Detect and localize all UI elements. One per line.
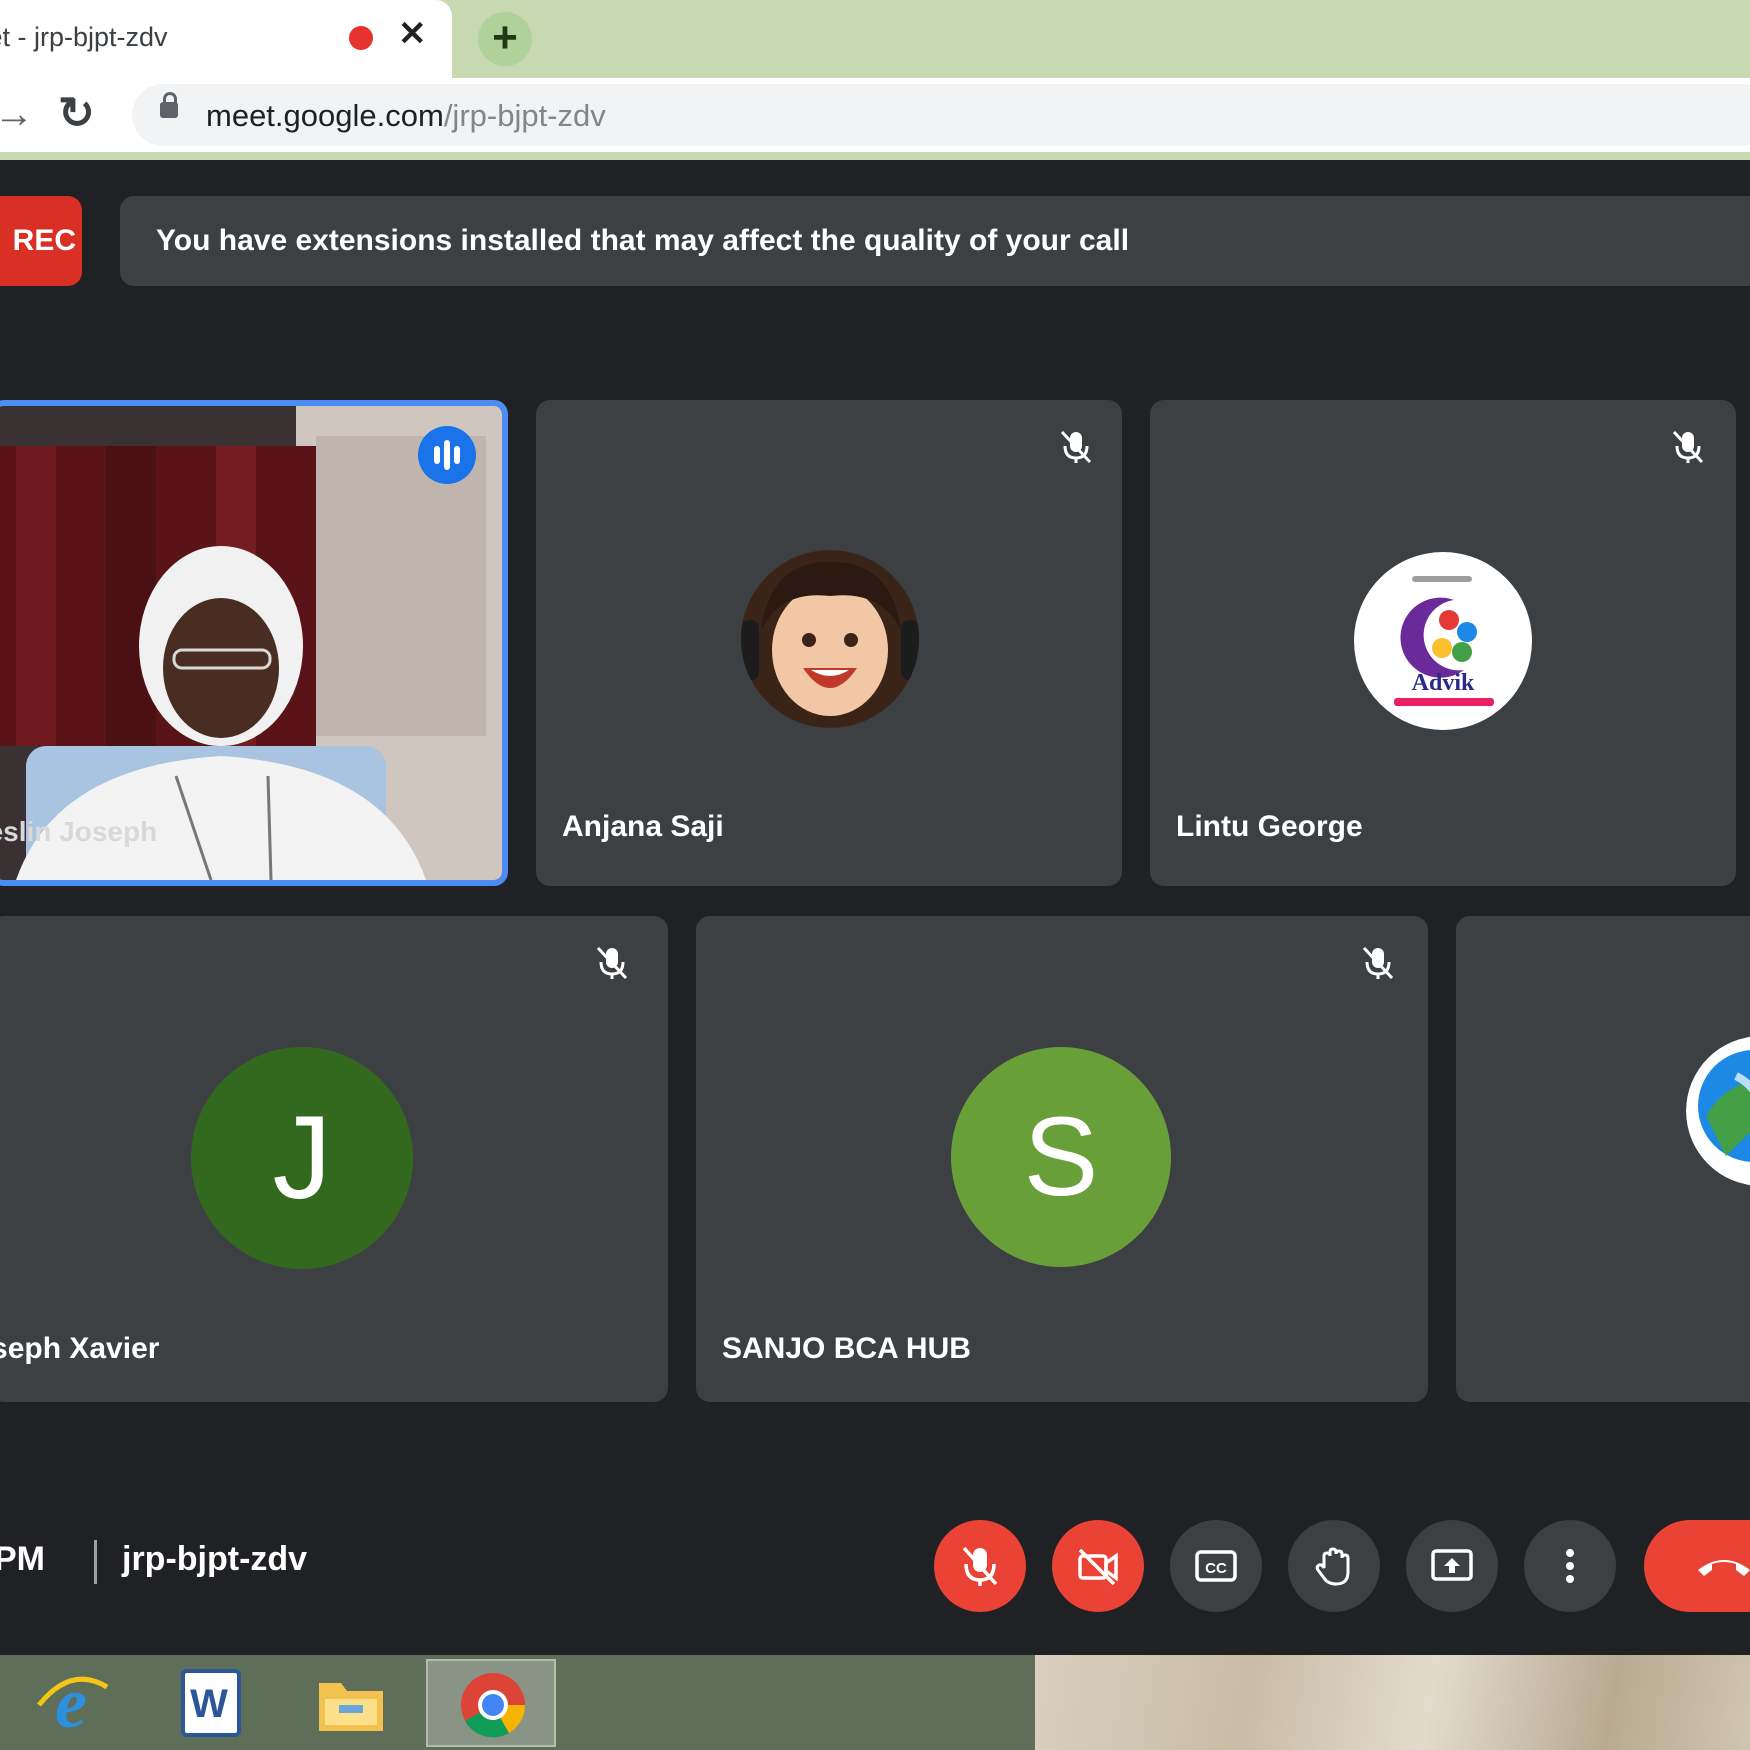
meeting-time: PM bbox=[0, 1540, 45, 1578]
participant-name: Anjana Saji bbox=[562, 810, 724, 843]
banner-text: You have extensions installed that may a… bbox=[156, 224, 1130, 257]
participant-name: Lintu George bbox=[1176, 810, 1363, 843]
svg-text:CC: CC bbox=[1205, 1560, 1227, 1577]
participant-initial-avatar: S bbox=[951, 1047, 1171, 1267]
raise-hand-button[interactable] bbox=[1288, 1520, 1380, 1612]
forward-arrow-icon[interactable]: → bbox=[0, 92, 34, 137]
raise-hand-icon bbox=[1315, 1547, 1350, 1586]
meeting-code: jrp-bjpt-zdv bbox=[122, 1540, 308, 1578]
logo-text: Advik bbox=[1411, 670, 1475, 696]
mic-off-icon bbox=[592, 942, 632, 982]
participant-tile-speaker[interactable]: Jeslin Joseph bbox=[0, 400, 508, 886]
url-text[interactable]: meet.google.com/jrp-bjpt-zdv bbox=[206, 98, 606, 134]
present-now-button[interactable] bbox=[1406, 1520, 1498, 1612]
new-tab-button[interactable]: + bbox=[478, 12, 532, 66]
hang-up-icon bbox=[1698, 1560, 1750, 1576]
details-separator bbox=[94, 1540, 97, 1584]
present-icon bbox=[1431, 1549, 1473, 1581]
participant-name: Jeslin Joseph bbox=[0, 816, 158, 847]
participant-tile[interactable]: S SANJO BCA HUB bbox=[696, 916, 1428, 1402]
internet-explorer-icon: e bbox=[37, 1665, 109, 1741]
mic-off-icon bbox=[1668, 426, 1708, 466]
captions-icon: CC bbox=[1195, 1550, 1237, 1582]
participant-tile[interactable] bbox=[1456, 916, 1750, 1402]
tab-close-button[interactable]: ✕ bbox=[398, 14, 427, 54]
folder-icon bbox=[319, 1683, 383, 1731]
internet-explorer-taskbar-button[interactable]: e bbox=[6, 1659, 136, 1747]
file-explorer-taskbar-button[interactable] bbox=[286, 1659, 416, 1747]
participant-name: SANJO BCA HUB bbox=[722, 1332, 971, 1365]
recording-badge: REC bbox=[0, 196, 82, 286]
toolbar-divider bbox=[0, 152, 1750, 160]
recording-dot-icon bbox=[349, 26, 373, 50]
mic-off-icon bbox=[1056, 426, 1096, 466]
word-icon: W bbox=[181, 1669, 241, 1737]
reload-icon[interactable]: ↻ bbox=[58, 88, 95, 139]
browser-tab-strip: Meet - jrp-bjpt-zdv ✕ + bbox=[0, 0, 1750, 78]
address-bar[interactable]: meet.google.com/jrp-bjpt-zdv bbox=[132, 84, 1750, 146]
participant-avatar bbox=[741, 550, 919, 728]
browser-toolbar: → ↻ meet.google.com/jrp-bjpt-zdv bbox=[0, 78, 1750, 160]
svg-text:e: e bbox=[55, 1665, 87, 1741]
mic-toggle-button[interactable] bbox=[934, 1520, 1026, 1612]
participant-tile[interactable]: Advik Lintu George bbox=[1150, 400, 1736, 886]
url-path: /jrp-bjpt-zdv bbox=[443, 98, 606, 133]
more-icon bbox=[1566, 1549, 1574, 1583]
chrome-taskbar-button[interactable] bbox=[426, 1659, 556, 1747]
lock-icon bbox=[160, 92, 178, 118]
participant-tile[interactable]: J Joseph Xavier bbox=[0, 916, 668, 1402]
chrome-icon bbox=[461, 1673, 526, 1738]
url-host: meet.google.com bbox=[206, 98, 444, 133]
participant-name: Joseph Xavier bbox=[0, 1332, 160, 1365]
mic-off-icon bbox=[962, 1546, 998, 1586]
captions-button[interactable]: CC bbox=[1170, 1520, 1262, 1612]
participant-tile[interactable]: Anjana Saji bbox=[536, 400, 1122, 886]
os-taskbar: e W bbox=[0, 1655, 1750, 1750]
camera-off-icon bbox=[1078, 1548, 1118, 1586]
screen: Meet - jrp-bjpt-zdv ✕ + → ↻ meet.google.… bbox=[0, 0, 1750, 1750]
participant-initial-avatar: J bbox=[191, 1047, 413, 1269]
camera-toggle-button[interactable] bbox=[1052, 1520, 1144, 1612]
speaking-indicator-icon bbox=[418, 426, 476, 484]
mic-off-icon bbox=[1358, 942, 1398, 982]
svg-text:W: W bbox=[190, 1682, 228, 1726]
desktop-wallpaper bbox=[1035, 1655, 1750, 1750]
more-options-button[interactable] bbox=[1524, 1520, 1616, 1612]
word-taskbar-button[interactable]: W bbox=[144, 1659, 274, 1747]
leave-call-button[interactable] bbox=[1644, 1520, 1750, 1612]
browser-tab[interactable]: Meet - jrp-bjpt-zdv ✕ bbox=[0, 0, 452, 78]
extensions-warning-banner: You have extensions installed that may a… bbox=[120, 196, 1750, 286]
tab-title: Meet - jrp-bjpt-zdv bbox=[0, 22, 168, 52]
participant-avatar bbox=[1686, 1036, 1750, 1186]
participant-logo: Advik bbox=[1354, 552, 1532, 730]
